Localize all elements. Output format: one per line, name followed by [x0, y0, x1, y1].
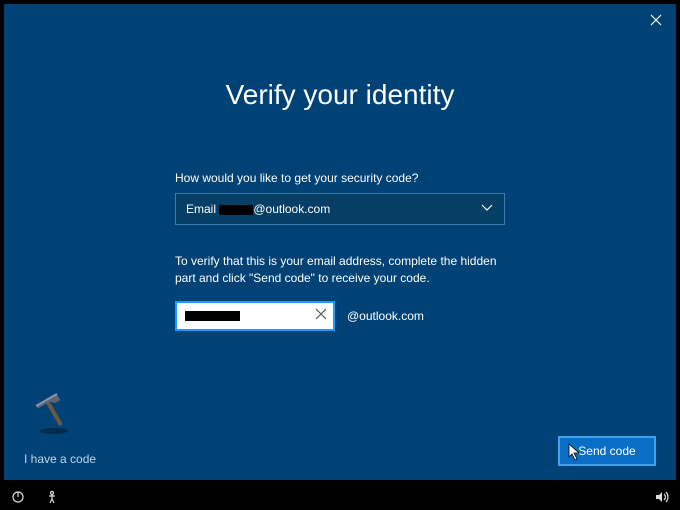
page-title: Verify your identity — [4, 79, 676, 111]
email-domain-label: @outlook.com — [347, 309, 424, 323]
clear-icon — [315, 308, 327, 320]
i-have-a-code-link[interactable]: I have a code — [24, 452, 96, 466]
volume-icon — [654, 490, 670, 504]
security-code-question: How would you like to get your security … — [175, 171, 505, 185]
email-input-value — [185, 309, 240, 323]
taskbar — [0, 484, 680, 510]
select-value: Email @outlook.com — [186, 202, 330, 216]
ease-of-access-button[interactable] — [44, 489, 60, 505]
close-icon — [650, 14, 662, 26]
email-input[interactable] — [175, 301, 335, 331]
clear-input-button[interactable] — [315, 307, 327, 325]
hammer-icon — [32, 391, 76, 440]
volume-button[interactable] — [654, 489, 670, 505]
send-code-button[interactable]: Send code — [558, 436, 656, 466]
chevron-down-icon — [480, 200, 494, 219]
send-code-label: Send code — [578, 444, 635, 458]
verify-identity-screen: Verify your identity How would you like … — [4, 4, 676, 480]
accessibility-icon — [45, 490, 59, 504]
verification-method-select[interactable]: Email @outlook.com — [175, 193, 505, 225]
power-button[interactable] — [10, 489, 26, 505]
instruction-text: To verify that this is your email addres… — [175, 253, 505, 287]
power-icon — [11, 490, 25, 504]
close-button[interactable] — [646, 10, 666, 30]
